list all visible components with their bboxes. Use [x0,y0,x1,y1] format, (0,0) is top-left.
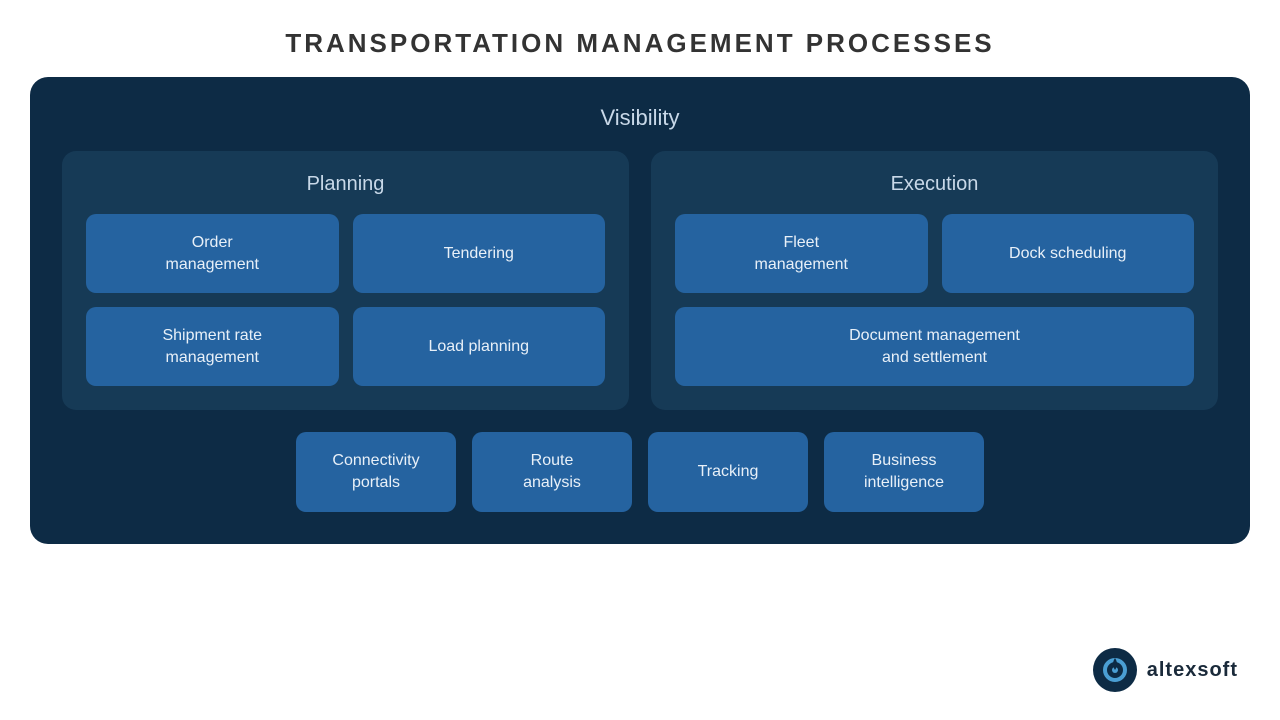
altexsoft-logo-icon [1093,648,1137,692]
execution-section: Execution Fleetmanagement Dock schedulin… [651,151,1218,410]
bottom-row: Connectivityportals Routeanalysis Tracki… [62,432,1218,511]
planning-cards: Ordermanagement Tendering Shipment ratem… [86,214,605,386]
card-business-intelligence: Businessintelligence [824,432,984,511]
card-load-planning: Load planning [353,307,606,386]
visibility-label: Visibility [600,105,679,131]
card-order-management: Ordermanagement [86,214,339,293]
card-shipment-rate: Shipment ratemanagement [86,307,339,386]
planning-title: Planning [86,173,605,196]
page-title: TRANSPORTATION MANAGEMENT PROCESSES [285,28,994,59]
logo-area: altexsoft [1093,648,1238,692]
card-document-management: Document managementand settlement [675,307,1194,386]
outer-container: Visibility Planning Ordermanagement Tend… [30,77,1250,544]
planning-section: Planning Ordermanagement Tendering Shipm… [62,151,629,410]
card-fleet-management: Fleetmanagement [675,214,928,293]
execution-title: Execution [675,173,1194,196]
card-dock-scheduling: Dock scheduling [942,214,1195,293]
logo-text: altexsoft [1147,659,1238,682]
card-tendering: Tendering [353,214,606,293]
execution-cards: Fleetmanagement Dock scheduling Document… [675,214,1194,386]
card-route-analysis: Routeanalysis [472,432,632,511]
middle-row: Planning Ordermanagement Tendering Shipm… [62,151,1218,410]
card-connectivity-portals: Connectivityportals [296,432,456,511]
card-tracking: Tracking [648,432,808,511]
